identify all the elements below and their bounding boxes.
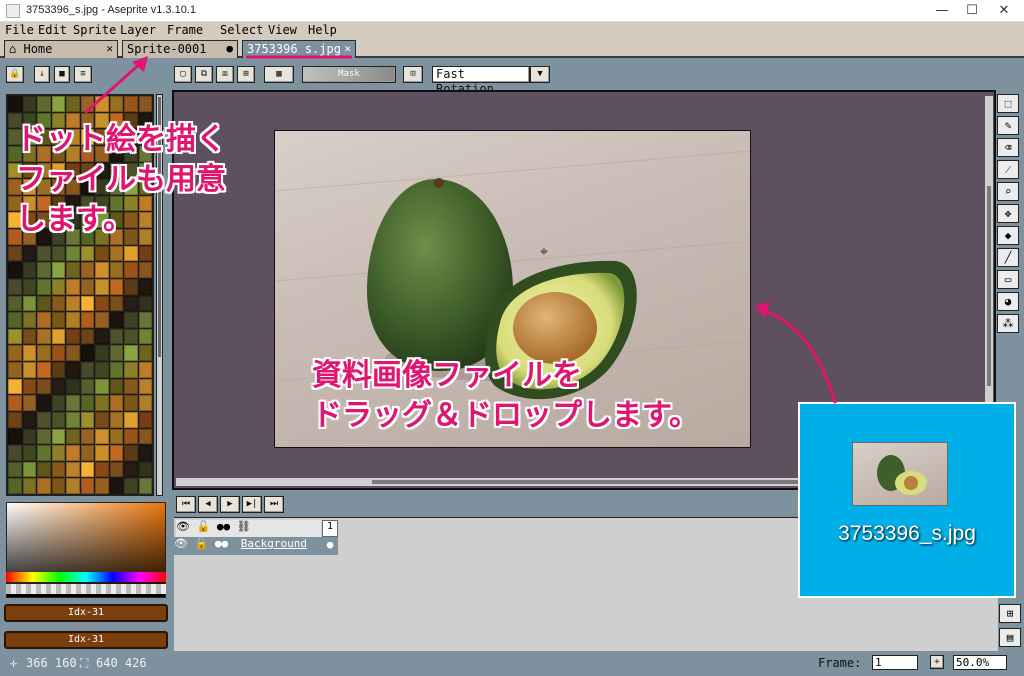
arrow-to-tab-line (84, 60, 144, 114)
annotation-note-2: 資料画像ファイルを ドラッグ＆ドロップします。 (312, 356, 699, 436)
note-line: ファイルも用意 (16, 162, 226, 197)
arrow-head-canvas (754, 302, 770, 318)
annotation-arrows (84, 55, 837, 404)
annotation-note-1: ドット絵を描く ファイルも用意 します。 (16, 120, 226, 240)
note-line: ドラッグ＆ドロップします。 (312, 398, 699, 433)
arrow-to-canvas-line (758, 308, 837, 404)
note-line: 資料画像ファイルを (312, 358, 582, 393)
note-line: します。 (16, 202, 133, 237)
note-line: ドット絵を描く (16, 122, 226, 157)
